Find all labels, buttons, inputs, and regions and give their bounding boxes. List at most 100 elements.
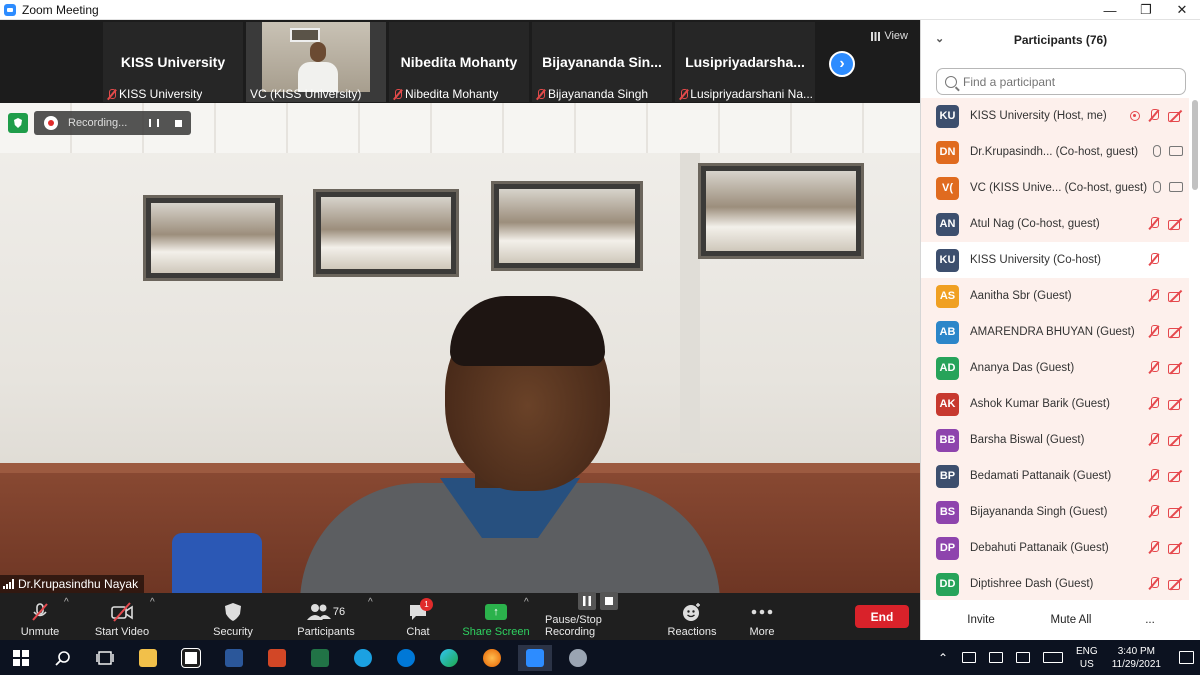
mic-muted-icon[interactable] xyxy=(1148,433,1160,446)
mic-muted-icon[interactable] xyxy=(1148,217,1160,230)
thumb-label-text: Bijayananda Singh xyxy=(548,87,649,101)
participant-row[interactable]: AB AMARENDRA BHUYAN (Guest) xyxy=(921,314,1189,350)
mic-muted-icon[interactable] xyxy=(1148,361,1160,374)
mic-muted-icon[interactable] xyxy=(1148,577,1160,590)
participant-row[interactable]: DN Dr.Krupasindh... (Co-host, guest) xyxy=(921,134,1189,170)
participant-thumb-3[interactable]: Bijayananda Sin... Bijayananda Singh xyxy=(532,22,672,102)
restore-button[interactable]: ❐ xyxy=(1128,0,1164,20)
participant-row[interactable]: KU KISS University (Host, me) xyxy=(921,98,1189,134)
taskbar-clock[interactable]: 3:40 PM 11/29/2021 xyxy=(1112,645,1161,671)
participant-row[interactable]: AK Ashok Kumar Barik (Guest) xyxy=(921,386,1189,422)
participant-name: VC (KISS Unive... (Co-host, guest) xyxy=(970,182,1148,194)
collapse-chevron-icon[interactable]: ⌄ xyxy=(935,32,944,45)
mic-muted-icon[interactable] xyxy=(1148,505,1160,518)
microsoft-store-icon[interactable] xyxy=(174,645,208,671)
participant-row[interactable]: DD Diptishree Dash (Guest) xyxy=(921,566,1189,600)
word-icon[interactable] xyxy=(217,645,251,671)
reactions-button[interactable]: Reactions xyxy=(666,596,718,638)
notes-icon[interactable] xyxy=(1016,652,1031,663)
next-page-arrow-icon[interactable]: › xyxy=(829,51,855,77)
participant-thumb-2[interactable]: Nibedita Mohanty Nibedita Mohanty xyxy=(389,22,529,102)
mic-muted-icon[interactable] xyxy=(1148,469,1160,482)
share-screen-button[interactable]: ↑ Share Screen xyxy=(462,596,530,638)
participants-button[interactable]: 76 Participants xyxy=(292,596,360,638)
invite-button[interactable]: Invite xyxy=(959,608,1003,632)
participant-status-icons xyxy=(1148,469,1183,482)
participants-panel-footer: Invite Mute All ... xyxy=(921,600,1200,640)
stop-recording-icon[interactable] xyxy=(168,114,188,132)
video-off-icon xyxy=(1168,470,1183,482)
security-button[interactable]: Security xyxy=(207,596,259,638)
show-hidden-icons-icon[interactable]: ⌃ xyxy=(938,651,948,665)
close-button[interactable]: ✕ xyxy=(1164,0,1200,20)
participant-row[interactable]: BP Bedamati Pattanaik (Guest) xyxy=(921,458,1189,494)
powerpoint-icon[interactable] xyxy=(260,645,294,671)
mic-muted-icon xyxy=(536,88,545,100)
mic-muted-icon[interactable] xyxy=(1148,289,1160,302)
file-explorer-icon[interactable] xyxy=(131,645,165,671)
share-screen-icon: ↑ xyxy=(483,602,509,622)
participant-name: Atul Nag (Co-host, guest) xyxy=(970,218,1100,230)
participant-thumb-4[interactable]: Lusipriyadarsha... Lusipriyadarshani Na.… xyxy=(675,22,815,102)
participant-row[interactable]: DP Debahuti Pattanaik (Guest) xyxy=(921,530,1189,566)
firefox-icon[interactable] xyxy=(475,645,509,671)
task-view-icon[interactable] xyxy=(88,645,122,671)
view-button[interactable]: View xyxy=(871,30,908,42)
more-button[interactable]: More xyxy=(744,596,780,638)
mic-muted-icon[interactable] xyxy=(1148,541,1160,554)
participant-video-strip: KISS University KISS University VC (KISS… xyxy=(0,20,920,103)
participant-row[interactable]: BS Bijayananda Singh (Guest) xyxy=(921,494,1189,530)
start-video-button[interactable]: Start Video xyxy=(92,596,152,638)
snipping-tool-icon[interactable] xyxy=(561,645,595,671)
edge-icon[interactable] xyxy=(432,645,466,671)
internet-explorer-icon[interactable] xyxy=(346,645,380,671)
network-icon[interactable] xyxy=(989,652,1004,663)
mic-muted-icon[interactable] xyxy=(1148,397,1160,410)
edge-legacy-icon[interactable] xyxy=(389,645,423,671)
participant-row[interactable]: AS Aanitha Sbr (Guest) xyxy=(921,278,1189,314)
mic-muted-icon[interactable] xyxy=(1148,325,1160,338)
participant-search-input[interactable] xyxy=(963,74,1163,89)
taskbar-search-icon[interactable] xyxy=(46,645,80,671)
participant-row[interactable]: V(VC (KISS Unive... (Co-host, guest) xyxy=(921,170,1189,206)
chat-button[interactable]: 1 Chat xyxy=(398,596,438,638)
keyboard-icon[interactable] xyxy=(1043,652,1064,663)
participant-thumb-0[interactable]: KISS University KISS University xyxy=(103,22,243,102)
participant-row[interactable]: KU KISS University (Co-host) xyxy=(921,242,1189,278)
minimize-button[interactable]: — xyxy=(1092,0,1128,20)
mic-muted-icon[interactable] xyxy=(1148,109,1160,122)
mic-icon[interactable] xyxy=(1153,181,1161,193)
participants-icon: 76 xyxy=(303,602,349,622)
participant-row[interactable]: AD Ananya Das (Guest) xyxy=(921,350,1189,386)
participant-row[interactable]: BB Barsha Biswal (Guest) xyxy=(921,422,1189,458)
participant-thumb-1[interactable]: VC (KISS University) xyxy=(246,22,386,102)
pause-stop-recording-button[interactable]: Pause/Stop Recording xyxy=(545,592,651,638)
unmute-button[interactable]: Unmute xyxy=(14,596,66,638)
mic-muted-icon[interactable] xyxy=(1148,253,1160,266)
participant-row[interactable]: AN Atul Nag (Co-host, guest) xyxy=(921,206,1189,242)
participant-search-box[interactable] xyxy=(936,68,1186,95)
participant-status-icons xyxy=(1148,397,1183,410)
input-language[interactable]: ENG US xyxy=(1076,645,1098,671)
video-off-icon xyxy=(1168,542,1183,554)
notifications-icon[interactable] xyxy=(1179,651,1194,664)
video-options-caret-icon[interactable]: ^ xyxy=(150,597,155,608)
participants-panel-title: Participants (76) xyxy=(1013,33,1108,47)
audio-options-caret-icon[interactable]: ^ xyxy=(64,597,69,608)
encryption-shield-icon[interactable] xyxy=(8,113,28,133)
panel-more-button[interactable]: ... xyxy=(1139,608,1161,632)
participants-caret-icon[interactable]: ^ xyxy=(368,597,373,608)
mute-all-button[interactable]: Mute All xyxy=(1039,608,1103,632)
mic-muted-icon xyxy=(27,602,53,622)
end-meeting-button[interactable]: End xyxy=(855,605,909,628)
excel-icon[interactable] xyxy=(303,645,337,671)
share-options-caret-icon[interactable]: ^ xyxy=(524,597,529,608)
start-button[interactable] xyxy=(4,645,38,671)
mic-icon[interactable] xyxy=(1153,145,1161,157)
battery-icon[interactable] xyxy=(962,652,977,663)
grid-view-icon xyxy=(871,31,881,41)
participant-list-scrollbar[interactable] xyxy=(1192,100,1198,190)
pause-recording-icon[interactable] xyxy=(144,114,164,132)
zoom-taskbar-icon[interactable] xyxy=(518,645,552,671)
participant-name: Bijayananda Singh (Guest) xyxy=(970,506,1108,518)
